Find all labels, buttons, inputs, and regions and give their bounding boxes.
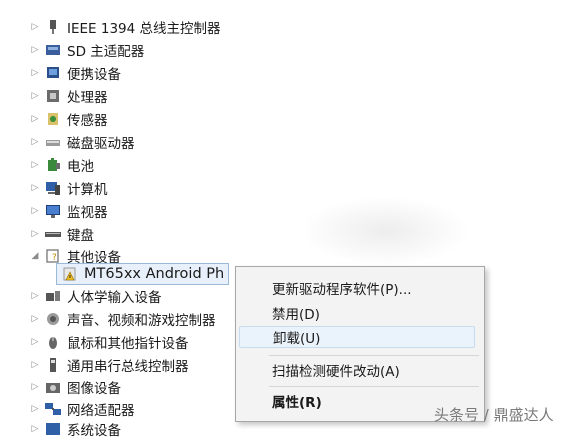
context-menu: 更新驱动程序软件(P)... 禁用(D) 卸载(U) 扫描检测硬件改动(A) 属… <box>235 266 485 422</box>
tree-item-hid[interactable]: ▷ 人体学输入设备 <box>30 285 162 307</box>
tree-item-sensor[interactable]: ▷ 传感器 <box>30 108 108 130</box>
tree-item-label: 处理器 <box>67 90 108 106</box>
menu-separator <box>269 386 479 387</box>
tree-item-sound[interactable]: ▷ 声音、视频和游戏控制器 <box>30 308 216 330</box>
tree-item-portable[interactable]: ▷ 便携设备 <box>30 62 121 84</box>
expand-arrow-icon[interactable]: ▷ <box>30 68 40 78</box>
portable-device-icon <box>47 67 59 78</box>
tree-item-battery[interactable]: ▷ 电池 <box>30 154 94 176</box>
tree-item-label: 电池 <box>67 159 94 175</box>
expand-arrow-icon[interactable]: ▷ <box>30 337 40 347</box>
mouse-icon <box>49 337 57 349</box>
tree-item-label: 监视器 <box>67 205 108 221</box>
tree-item-imaging[interactable]: ▷ 图像设备 <box>30 376 121 398</box>
warning-device-icon <box>63 267 76 281</box>
expand-arrow-icon[interactable]: ▷ <box>30 206 40 216</box>
other-devices-icon: ? <box>46 249 59 263</box>
expand-arrow-icon[interactable]: ▷ <box>30 91 40 101</box>
tree-item-system[interactable]: ▷ 系统设备 <box>30 418 121 440</box>
tree-item-label: MT65xx Android Ph <box>84 266 225 282</box>
expand-arrow-icon[interactable]: ▷ <box>30 183 40 193</box>
tree-item-label: 声音、视频和游戏控制器 <box>67 313 216 329</box>
expand-arrow-icon[interactable]: ▷ <box>30 404 40 414</box>
menu-item-update-driver[interactable]: 更新驱动程序软件(P)... <box>272 277 412 299</box>
selected-device[interactable]: MT65xx Android Ph <box>56 263 230 285</box>
tree-item-sd-host[interactable]: ▷ SD 主适配器 <box>30 39 145 61</box>
tree-item-label: 系统设备 <box>67 423 121 439</box>
expand-arrow-icon[interactable]: ▷ <box>30 45 40 55</box>
tree-item-label: 网络适配器 <box>67 403 135 419</box>
battery-icon <box>48 158 60 171</box>
network-icon <box>45 403 61 415</box>
expand-arrow-icon[interactable]: ▷ <box>30 114 40 124</box>
usb-icon <box>50 358 56 372</box>
keyboard-icon <box>45 232 61 237</box>
background-smudge <box>300 196 470 266</box>
tree-item-label: 键盘 <box>67 228 94 244</box>
expand-arrow-icon[interactable]: ▷ <box>30 229 40 239</box>
menu-item-uninstall[interactable]: 卸载(U) <box>239 326 475 348</box>
hid-icon <box>46 291 60 301</box>
tree-item-label: 计算机 <box>67 182 108 198</box>
tree-item-label: 传感器 <box>67 113 108 129</box>
tree-item-usb[interactable]: ▷ 通用串行总线控制器 <box>30 354 189 376</box>
imaging-icon <box>46 383 60 393</box>
expand-arrow-icon[interactable]: ▷ <box>30 314 40 324</box>
tree-item-ieee1394[interactable]: ▷ IEEE 1394 总线主控制器 <box>30 16 221 38</box>
expand-arrow-icon[interactable]: ▷ <box>30 291 40 301</box>
system-icon <box>46 423 60 435</box>
svg-text:?: ? <box>52 253 57 263</box>
tree-item-label: IEEE 1394 总线主控制器 <box>67 21 221 37</box>
computer-icon <box>46 182 60 195</box>
tree-item-label: 图像设备 <box>67 381 121 397</box>
tree-item-label: 鼠标和其他指针设备 <box>67 336 189 352</box>
sd-host-icon <box>46 45 60 55</box>
tree-child-mt65xx[interactable]: MT65xx Android Ph <box>56 263 230 285</box>
tree-item-monitor[interactable]: ▷ 监视器 <box>30 200 108 222</box>
expand-arrow-icon[interactable]: ▷ <box>30 22 40 32</box>
tree-item-label: 通用串行总线控制器 <box>67 359 189 375</box>
collapse-arrow-icon[interactable]: ◢ <box>30 251 40 261</box>
expand-arrow-icon[interactable]: ▷ <box>30 360 40 370</box>
watermark: 头条号 / 鼎盛达人 <box>434 406 554 424</box>
sound-icon <box>47 313 59 325</box>
tree-item-network[interactable]: ▷ 网络适配器 <box>30 398 135 420</box>
tree-item-computer[interactable]: ▷ 计算机 <box>30 177 108 199</box>
expand-arrow-icon[interactable]: ▷ <box>30 137 40 147</box>
monitor-icon <box>46 205 60 218</box>
ieee1394-icon <box>50 20 56 34</box>
tree-item-label: 便携设备 <box>67 67 121 83</box>
menu-item-scan-hardware[interactable]: 扫描检测硬件改动(A) <box>272 359 400 381</box>
expand-arrow-icon[interactable]: ▷ <box>30 160 40 170</box>
expand-arrow-icon[interactable]: ▷ <box>30 424 40 434</box>
menu-separator <box>269 355 479 356</box>
processor-icon <box>47 90 59 102</box>
menu-item-properties[interactable]: 属性(R) <box>272 390 322 412</box>
tree-item-mouse[interactable]: ▷ 鼠标和其他指针设备 <box>30 331 189 353</box>
tree-item-label: SD 主适配器 <box>67 44 145 60</box>
sensor-icon <box>48 113 58 125</box>
menu-item-disable[interactable]: 禁用(D) <box>272 302 320 324</box>
tree-item-label: 人体学输入设备 <box>67 290 162 306</box>
tree-item-processor[interactable]: ▷ 处理器 <box>30 85 108 107</box>
tree-item-disk-drive[interactable]: ▷ 磁盘驱动器 <box>30 131 135 153</box>
expand-arrow-icon[interactable]: ▷ <box>30 382 40 392</box>
disk-drive-icon <box>46 140 60 146</box>
tree-item-keyboard[interactable]: ▷ 键盘 <box>30 223 94 245</box>
tree-item-label: 磁盘驱动器 <box>67 136 135 152</box>
